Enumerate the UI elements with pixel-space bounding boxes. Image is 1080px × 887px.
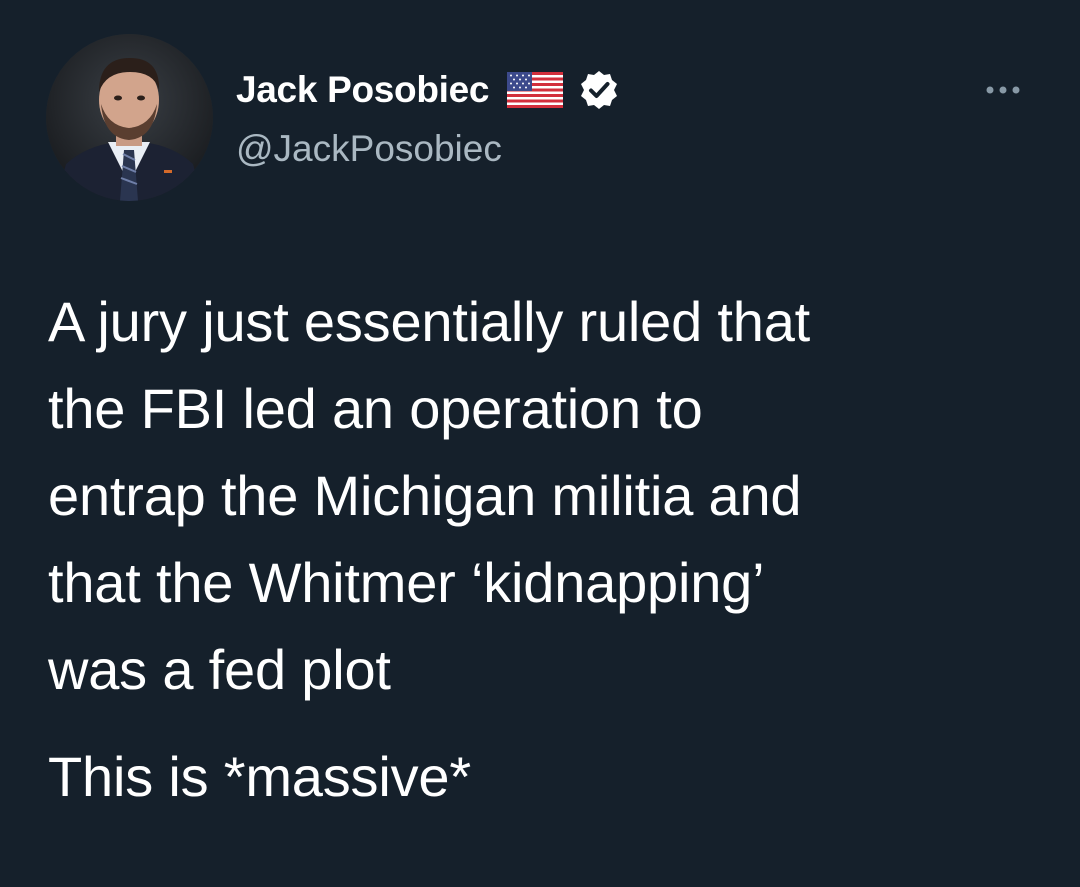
avatar-photo — [46, 34, 213, 201]
tweet-card: Jack Posobiec @JackPosobiec A jury just … — [0, 0, 1080, 887]
display-name[interactable]: Jack Posobiec — [236, 69, 489, 111]
tweet-text-line: was a fed plot — [48, 638, 391, 701]
author-handle[interactable]: @JackPosobiec — [236, 128, 502, 170]
tweet-text-line: A jury just essentially ruled that — [48, 290, 811, 353]
tweet-text-second-paragraph: This is *massive* — [48, 745, 471, 808]
avatar[interactable] — [46, 34, 213, 201]
tweet-text-line: that the Whitmer ‘kidnapping’ — [48, 551, 765, 614]
verified-badge-icon — [579, 70, 619, 110]
tweet-text-line: entrap the Michigan militia and — [48, 464, 802, 527]
tweet-text-line: the FBI led an operation to — [48, 377, 703, 440]
us-flag-icon — [507, 72, 564, 108]
more-options-icon[interactable] — [973, 80, 1033, 100]
tweet-text: A jury just essentially ruled that the F… — [48, 278, 1048, 820]
author-name-row[interactable]: Jack Posobiec — [236, 68, 619, 112]
